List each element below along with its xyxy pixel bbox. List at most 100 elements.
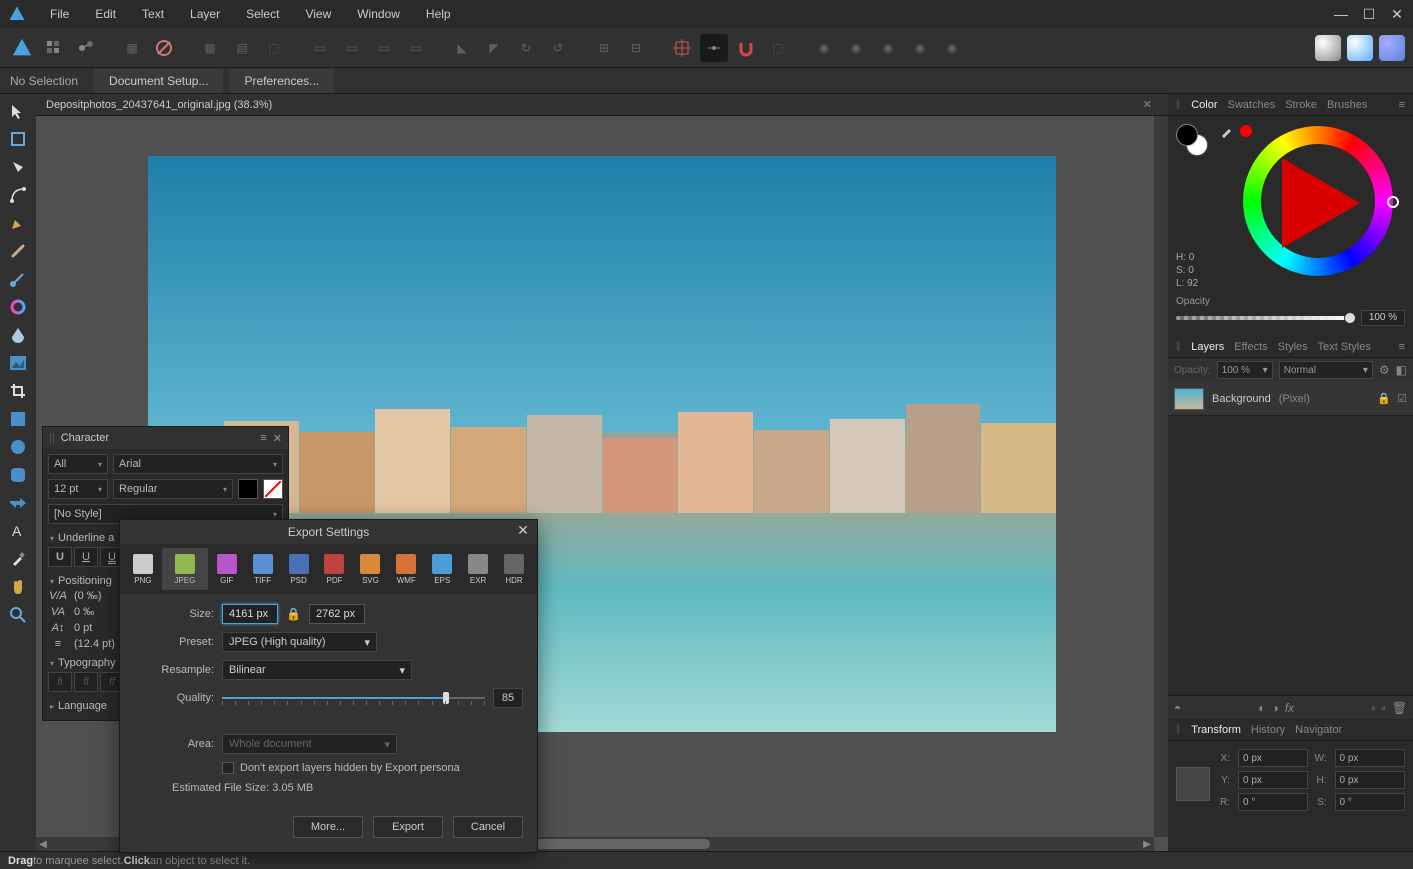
format-hdr[interactable]: HDR (497, 548, 531, 590)
layer-gear-icon[interactable]: ⚙ (1379, 363, 1390, 377)
hide-layers-checkbox[interactable] (222, 762, 234, 774)
layer-opacity-select[interactable]: 100 %▾ (1217, 361, 1273, 379)
layer-blend-select[interactable]: Normal▾ (1279, 361, 1373, 379)
transform-anchor[interactable] (1176, 767, 1210, 801)
fore-swatch[interactable] (1176, 124, 1198, 146)
document-tab-close-icon[interactable]: ✕ (1143, 98, 1152, 111)
typo-fl[interactable]: fl (74, 672, 98, 692)
char-color-swatch[interactable] (238, 479, 258, 499)
toolbar-rotate-cw-icon[interactable]: ↻ (512, 34, 540, 62)
tab-color[interactable]: Color (1191, 99, 1217, 111)
format-pdf[interactable]: PDF (318, 548, 352, 590)
menu-edit[interactable]: Edit (83, 2, 128, 26)
menu-help[interactable]: Help (414, 2, 463, 26)
kerning-value[interactable]: (0 ‰) (74, 590, 102, 602)
transform-h[interactable]: 0 px (1335, 771, 1405, 789)
doc-setup-button[interactable]: Document Setup... (94, 69, 223, 93)
char-nocolor-swatch[interactable] (263, 479, 283, 499)
export-dialog-title-bar[interactable]: Export Settings ✕ (120, 520, 537, 544)
preferences-button[interactable]: Preferences... (229, 69, 334, 93)
toolbar-bool4-icon[interactable]: ◉ (906, 34, 934, 62)
format-psd[interactable]: PSD (282, 548, 316, 590)
char-lang-select[interactable]: All▾ (48, 454, 108, 474)
menu-text[interactable]: Text (130, 2, 176, 26)
panel-menu-icon[interactable]: ≡ (260, 432, 266, 445)
quality-slider[interactable] (222, 693, 485, 703)
toolbar-order4-icon[interactable]: ▭ (402, 34, 430, 62)
panel-menu-icon[interactable]: ≡ (1399, 341, 1405, 353)
node-tool-icon[interactable] (4, 154, 32, 180)
rounded-rect-tool-icon[interactable] (4, 462, 32, 488)
toolbar-rotate-ccw-icon[interactable]: ↺ (544, 34, 572, 62)
hue-marker[interactable] (1387, 196, 1399, 208)
close-button[interactable]: ✕ (1389, 6, 1405, 23)
tab-textstyles[interactable]: Text Styles (1318, 341, 1371, 353)
lock-icon[interactable]: 🔒 (286, 607, 301, 621)
layer-delete-icon[interactable]: 🗑 (1392, 701, 1407, 715)
panel-handle-icon[interactable]: || (1176, 341, 1179, 352)
toolbar-align-icon[interactable]: ▦ (118, 34, 146, 62)
crop-tool-icon[interactable] (4, 378, 32, 404)
tab-stroke[interactable]: Stroke (1285, 99, 1317, 111)
place-tool-icon[interactable] (4, 350, 32, 376)
toolbar-snap2-icon[interactable] (700, 34, 728, 62)
pen-tool-icon[interactable] (4, 210, 32, 236)
toolbar-arrange-icon[interactable] (150, 34, 178, 62)
sphere3-icon[interactable] (1379, 35, 1405, 61)
menu-view[interactable]: View (293, 2, 343, 26)
format-gif[interactable]: GIF (210, 548, 244, 590)
layer-fx2-icon[interactable]: fx (1285, 701, 1294, 715)
format-eps[interactable]: EPS (425, 548, 459, 590)
format-png[interactable]: PNG (126, 548, 160, 590)
toolbar-snap-icon[interactable] (668, 34, 696, 62)
menu-layer[interactable]: Layer (178, 2, 232, 26)
panel-handle-icon[interactable]: || (1176, 724, 1179, 735)
layer-visible-icon[interactable]: ☑ (1397, 392, 1407, 405)
char-font-select[interactable]: Arial▾ (113, 454, 283, 474)
toolbar-bool5-icon[interactable]: ◉ (938, 34, 966, 62)
scroll-right-icon[interactable]: ▶ (1140, 837, 1154, 851)
toolbar-order3-icon[interactable]: ▭ (370, 34, 398, 62)
toolbar-order2-icon[interactable]: ▭ (338, 34, 366, 62)
more-button[interactable]: More... (293, 816, 363, 838)
underline-u2[interactable]: U (74, 547, 98, 567)
opacity-value[interactable]: 100 % (1361, 310, 1405, 326)
export-area-select[interactable]: Whole document▾ (222, 734, 397, 754)
eyedropper-tool-icon[interactable] (4, 546, 32, 572)
opacity-handle[interactable] (1344, 312, 1356, 324)
panel-close-icon[interactable]: ✕ (273, 432, 282, 445)
dialog-close-icon[interactable]: ✕ (515, 523, 531, 539)
menu-select[interactable]: Select (234, 2, 291, 26)
document-tab[interactable]: Depositphotos_20437641_original.jpg (38.… (36, 94, 1168, 116)
layer-row[interactable]: Background (Pixel) 🔒 ☑ (1168, 382, 1413, 416)
transparency-tool-icon[interactable] (4, 322, 32, 348)
ellipse-tool-icon[interactable] (4, 434, 32, 460)
layer-add2-icon[interactable]: ▫ (1382, 701, 1386, 715)
hand-tool-icon[interactable] (4, 574, 32, 600)
layer-mask-icon[interactable]: ◓ (1174, 701, 1181, 715)
toolbar-bool3-icon[interactable]: ◉ (874, 34, 902, 62)
eyedropper-icon[interactable] (1220, 124, 1234, 138)
toolbar-flip-h-icon[interactable]: ◣ (448, 34, 476, 62)
pencil-tool-icon[interactable] (4, 238, 32, 264)
scrollbar-vertical[interactable] (1154, 116, 1168, 837)
char-weight-select[interactable]: Regular▾ (113, 479, 233, 499)
move-tool-icon[interactable] (4, 98, 32, 124)
layer-tag-icon[interactable]: ◧ (1396, 363, 1407, 377)
transform-x[interactable]: 0 px (1238, 749, 1308, 767)
tab-layers[interactable]: Layers (1191, 341, 1224, 353)
leading-value[interactable]: (12.4 pt) (74, 638, 115, 650)
char-size-select[interactable]: 12 pt▾ (48, 479, 108, 499)
persona-export-icon[interactable] (72, 34, 100, 62)
panel-handle-icon[interactable]: || (1176, 99, 1179, 110)
toolbar-bool2-icon[interactable]: ◉ (842, 34, 870, 62)
corner-tool-icon[interactable] (4, 182, 32, 208)
layer-adjust-icon[interactable]: ◐ (1258, 701, 1265, 715)
transform-s[interactable]: 0 ° (1335, 793, 1405, 811)
minimize-button[interactable]: — (1333, 6, 1349, 23)
menu-file[interactable]: File (38, 2, 81, 26)
toolbar-bool1-icon[interactable]: ◉ (810, 34, 838, 62)
typo-fi[interactable]: fi (48, 672, 72, 692)
layer-add-icon[interactable]: ▫ (1371, 701, 1375, 715)
export-width-input[interactable]: 4161 px (222, 604, 278, 624)
